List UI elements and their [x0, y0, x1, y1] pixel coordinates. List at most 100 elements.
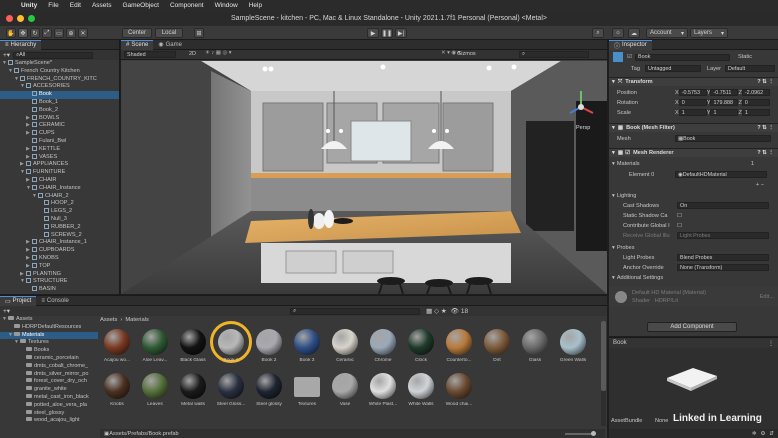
material-asset[interactable]: Aloe Leav... [138, 327, 172, 367]
folder-tree-item[interactable]: ▼ Materials [0, 331, 98, 340]
step-button[interactable]: ▶| [395, 28, 407, 38]
menu-app[interactable]: Unity [21, 2, 37, 9]
add-component-button[interactable]: Add Component [647, 322, 737, 332]
material-asset[interactable]: Textures [290, 371, 324, 411]
hierarchy-item[interactable]: ▼ FURNITURE [0, 169, 119, 177]
menu-component[interactable]: Component [170, 2, 204, 9]
material-asset[interactable]: Clock [404, 327, 438, 367]
probes-row[interactable]: ▾ Probes [609, 243, 778, 252]
position-x-field[interactable]: -0.5753 [678, 89, 707, 96]
material-asset[interactable]: Ceramic [328, 327, 362, 367]
material-asset[interactable]: Steel Gloss... [214, 371, 248, 411]
hierarchy-item[interactable]: ▶ KNOBS [0, 254, 119, 263]
menu-help[interactable]: Help [249, 2, 262, 9]
active-checkbox[interactable]: ☑ [627, 54, 632, 60]
additional-settings-row[interactable]: ▾ Additional Settings [609, 273, 778, 282]
hierarchy-item[interactable]: Null_3 [0, 215, 119, 224]
edit-shader-button[interactable]: Edit... [760, 294, 774, 300]
minimize-window-button[interactable] [17, 15, 24, 22]
folder-tree-item[interactable]: dmts_silver_mirror_po [0, 370, 98, 379]
transform-tool-button[interactable]: ⊕ [66, 28, 76, 38]
2d-toggle[interactable]: 2D [189, 51, 196, 57]
hierarchy-item[interactable]: ▶ PLANTING [0, 270, 119, 279]
hierarchy-item[interactable]: ▼ ACCESORIES [0, 83, 119, 91]
mesh-filter-header[interactable]: ▾ ▦ Book (Mesh Filter) ? ⇅ ⋮ [609, 123, 778, 132]
hierarchy-search-input[interactable]: ⌕ All [13, 51, 94, 59]
hierarchy-item[interactable]: ▶ CHAIR [0, 176, 119, 185]
tab-game[interactable]: ◉ Game [153, 40, 187, 50]
settings-icon[interactable]: ⚙ [760, 431, 765, 437]
hierarchy-item[interactable]: ▼ French Country Kitchen [0, 67, 119, 76]
material-asset[interactable]: Vase [328, 371, 362, 411]
tab-project[interactable]: ▭ Project [0, 295, 37, 306]
hierarchy-item[interactable]: HOOP_2 [0, 200, 119, 208]
material-asset[interactable]: Knobs [100, 371, 134, 411]
hierarchy-item[interactable]: ▼ CHAIR_2 [0, 192, 119, 201]
account-dropdown[interactable]: Account ▾ [646, 28, 688, 38]
scale-x-field[interactable]: 1 [678, 109, 707, 116]
material-asset[interactable]: Book 1 [210, 321, 252, 367]
rotation-z-field[interactable]: 0 [741, 99, 770, 106]
folder-tree-item[interactable]: ▼ Assets [0, 316, 98, 324]
hierarchy-item[interactable]: ▶ VASES [0, 153, 119, 162]
slider-handle[interactable] [591, 431, 596, 436]
hierarchy-item[interactable]: ▶ CUPBOARDS [0, 247, 119, 255]
material-asset[interactable]: Dirt [480, 327, 514, 367]
mesh-field[interactable]: ▦ Book [675, 135, 771, 142]
hierarchy-item[interactable]: ▶ TOP [0, 262, 119, 271]
hidden-count-icon[interactable]: 👁 [451, 307, 459, 315]
scale-y-field[interactable]: 1 [710, 109, 739, 116]
move-tool-button[interactable]: ✥ [18, 28, 28, 38]
tab-hierarchy[interactable]: ≡ Hierarchy [0, 40, 42, 50]
light-probes-dropdown[interactable]: Blend Probes [677, 254, 769, 261]
material-header[interactable]: Default HD Material (Material) Shader HD… [609, 287, 778, 307]
material-asset[interactable]: Glass [518, 327, 552, 367]
book-preview-render[interactable] [659, 364, 719, 394]
hierarchy-item[interactable]: ▶ CHAIR_Instance_1 [0, 239, 119, 247]
material-asset[interactable]: Black Glass [176, 327, 210, 367]
menu-file[interactable]: File [48, 2, 58, 9]
material-asset[interactable]: White Plast... [366, 371, 400, 411]
thumbnail-size-slider[interactable] [565, 431, 596, 436]
material-asset[interactable]: Acajou wo... [100, 327, 134, 367]
hierarchy-item[interactable]: LEGS_2 [0, 208, 119, 216]
folder-tree-item[interactable]: steel_glossy [0, 409, 98, 418]
add-icon[interactable]: +▾ [3, 51, 10, 59]
hand-tool-button[interactable]: ✋ [6, 28, 16, 38]
folder-tree-item[interactable]: granite_white [0, 386, 98, 394]
material-asset[interactable]: Book 3 [290, 327, 324, 367]
kebab-menu-icon[interactable]: ⋮ [768, 340, 774, 347]
receive-gi-dropdown[interactable]: Light Probes [677, 232, 769, 239]
network-icon[interactable]: ⇵ [769, 431, 774, 437]
hierarchy-item[interactable]: ▶ KETTLE [0, 145, 119, 154]
contribute-gi-checkbox[interactable]: ☐ [677, 223, 682, 229]
scene-viewport[interactable] [121, 61, 607, 294]
custom-tool-button[interactable]: ✕ [78, 28, 88, 38]
material-asset[interactable]: Book 2 [252, 327, 286, 367]
enabled-checkbox[interactable]: ☑ [625, 150, 630, 156]
tag-dropdown[interactable]: Untagged [645, 65, 701, 72]
rotate-tool-button[interactable]: ↻ [30, 28, 40, 38]
folder-tree-item[interactable]: dmts_cobalt_chrome_ [0, 362, 98, 371]
tab-console[interactable]: ≡ Console [36, 296, 74, 306]
pivot-center-button[interactable]: Center [122, 28, 152, 38]
asset-scrollbar[interactable] [601, 321, 606, 426]
search-icon[interactable]: ⌕ [592, 28, 604, 38]
layer-dropdown[interactable]: Default [725, 65, 775, 72]
anchor-field[interactable]: None (Transform) [677, 264, 769, 271]
close-window-button[interactable] [6, 15, 13, 22]
folder-tree-item[interactable]: wood_acajou_light [0, 417, 98, 425]
play-button[interactable]: ▶ [367, 28, 379, 38]
collab-icon[interactable]: ☼ [612, 28, 624, 38]
asset-bundle-value[interactable]: None [655, 418, 668, 424]
zoom-window-button[interactable] [28, 15, 35, 22]
cast-shadows-dropdown[interactable]: On [677, 202, 769, 209]
hierarchy-item[interactable]: ▼ CHAIR_Instance [0, 184, 119, 193]
shading-mode-dropdown[interactable]: Shaded [124, 51, 176, 58]
hierarchy-item[interactable]: ▼ SampleScene* [0, 60, 119, 68]
gizmos-dropdown[interactable]: Gizmos [457, 51, 476, 57]
filter-icons[interactable]: ▦ ◇ ★ [426, 307, 447, 315]
folder-tree-item[interactable]: HDRPDefaultResources [0, 323, 98, 332]
material-asset[interactable]: Steel glossy [252, 371, 286, 411]
menu-window[interactable]: Window [215, 2, 238, 9]
